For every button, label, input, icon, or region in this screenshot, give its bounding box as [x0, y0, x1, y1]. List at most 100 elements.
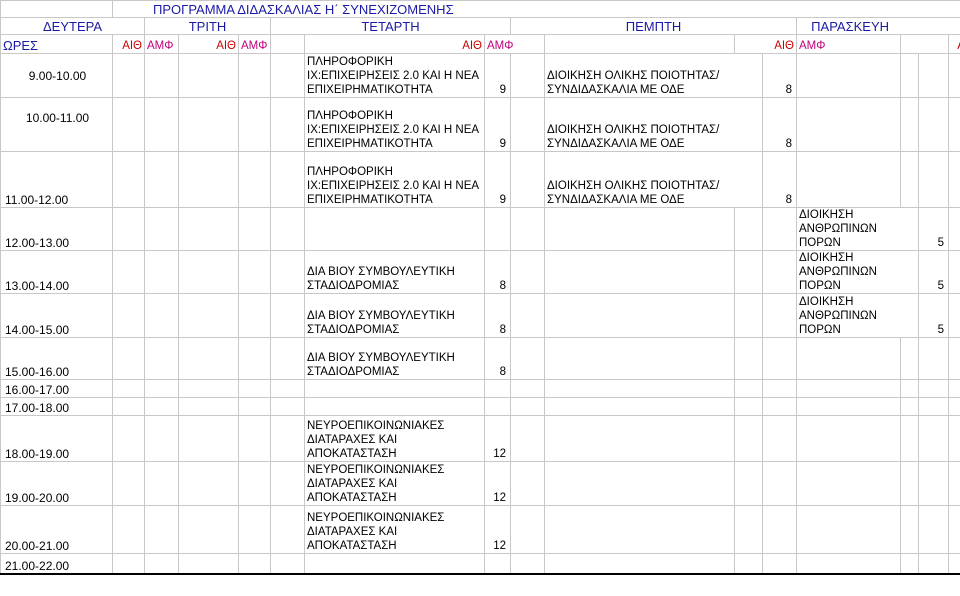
empty-cell: [734, 379, 763, 398]
empty-cell: [918, 151, 949, 208]
empty-cell: [544, 250, 735, 294]
empty-cell: [510, 250, 545, 294]
course-quality: ΔΙΟΙΚΗΣΗ ΟΛΙΚΗΣ ΠΟΙΟΤΗΤΑΣ/ΣΥΝΔΙΔΑΣΚΑΛΙΑ …: [544, 151, 763, 208]
empty-cell: [734, 250, 763, 294]
empty-cell: [900, 397, 919, 416]
empty-cell: [178, 337, 239, 380]
empty-cell: [796, 53, 901, 98]
empty-cell: [144, 250, 179, 294]
empty-cell: [270, 293, 305, 338]
empty-cell: [544, 293, 735, 338]
empty-cell: [112, 53, 145, 98]
empty-cell: [238, 53, 271, 98]
empty-cell: [144, 397, 179, 416]
schedule-table: ΠΡΟΓΡΑΜΜΑ ΔΙΔΑΣΚΑΛΙΑΣ Η΄ ΣΥΝΕΧΙΖΟΜΕΝΗΣ Δ…: [0, 0, 960, 575]
empty-cell: [178, 97, 239, 152]
empty-cell: [270, 553, 305, 575]
hours-label: ΩΡΕΣ: [0, 34, 113, 54]
empty-cell: [178, 293, 239, 338]
empty-cell: [112, 553, 145, 575]
empty-cell: [238, 293, 271, 338]
empty-cell: [796, 553, 901, 575]
empty-cell: [238, 397, 271, 416]
course-neuro: ΝΕΥΡΟΕΠΙΚΟΙΝΩΝΙΑΚΕΣ ΔΙΑΤΑΡΑΧΕΣ ΚΑΙ ΑΠΟΚΑ…: [304, 415, 485, 462]
empty-cell: [510, 553, 545, 575]
empty-cell: [544, 461, 735, 506]
course-hours: 8: [484, 337, 511, 380]
time-slot: 13.00-14.00: [0, 250, 113, 294]
empty-cell: [270, 461, 305, 506]
course-hours: 12: [484, 505, 511, 554]
mon-amf: ΑΜΦ: [144, 34, 179, 54]
time-slot: 17.00-18.00: [0, 397, 113, 416]
empty-cell: [544, 415, 735, 462]
empty-cell: [144, 505, 179, 554]
empty-cell: [947, 53, 960, 98]
course-neuro: ΝΕΥΡΟΕΠΙΚΟΙΝΩΝΙΑΚΕΣ ΔΙΑΤΑΡΑΧΕΣ ΚΑΙ ΑΠΟΚΑ…: [304, 505, 485, 554]
empty-cell: [947, 397, 960, 416]
course-informatics: ΠΛΗΡΟΦΟΡΙΚΗ ΙΧ:ΕΠΙΧΕΙΡΗΣΕΙΣ 2.0 ΚΑΙ Η ΝΕ…: [304, 151, 485, 208]
empty-cell: [304, 379, 485, 398]
empty-cell: [238, 97, 271, 152]
time-slot: 21.00-22.00: [0, 553, 113, 575]
empty-cell: [178, 207, 239, 251]
empty-cell: [918, 379, 949, 398]
empty-cell: [762, 461, 797, 506]
empty-cell: [178, 553, 239, 575]
empty-cell: [178, 415, 239, 462]
empty-cell: [144, 207, 179, 251]
empty-cell: [544, 207, 735, 251]
day-thursday: ΠΕΜΠΤΗ: [510, 17, 797, 35]
empty-cell: [270, 250, 305, 294]
empty-cell: [796, 505, 901, 554]
empty-cell: [900, 151, 919, 208]
empty-cell: [484, 553, 511, 575]
title-spacer: [0, 0, 113, 18]
empty-cell: [900, 505, 919, 554]
empty-cell: [544, 379, 735, 398]
empty-cell: [178, 53, 239, 98]
empty-cell: [510, 293, 545, 338]
empty-cell: [947, 505, 960, 554]
empty-cell: [112, 415, 145, 462]
empty-cell: [918, 505, 949, 554]
empty-cell: [918, 415, 949, 462]
empty-cell: [947, 97, 960, 152]
empty-cell: [238, 337, 271, 380]
course-hr: ΔΙΟΙΚΗΣΗ ΑΝΘΡΩΠΙΝΩΝ ΠΟΡΩΝ: [796, 207, 919, 251]
tue-aith: ΑΙΘ: [178, 34, 239, 54]
wed-amf: ΑΜΦ: [484, 34, 545, 54]
empty-cell: [112, 207, 145, 251]
empty-cell: [900, 553, 919, 575]
course-hours: 5: [918, 207, 949, 251]
empty-cell: [544, 553, 735, 575]
empty-cell: [762, 553, 797, 575]
empty-cell: [918, 97, 949, 152]
empty-cell: [796, 379, 901, 398]
day-friday: ΠΑΡΑΣΚΕΥΗ: [795, 17, 960, 35]
time-slot: 20.00-21.00: [0, 505, 113, 554]
empty-cell: [484, 207, 511, 251]
empty-cell: [270, 379, 305, 398]
empty-cell: [762, 337, 797, 380]
page-title: ΠΡΟΓΡΑΜΜΑ ΔΙΔΑΣΚΑΛΙΑΣ Η΄ ΣΥΝΕΧΙΖΟΜΕΝΗΣ: [111, 0, 960, 18]
empty-cell: [510, 207, 545, 251]
empty-cell: [510, 379, 545, 398]
fri-aith: ΑΙΘ: [947, 34, 960, 54]
empty-cell: [178, 505, 239, 554]
empty-cell: [796, 397, 901, 416]
empty-cell: [544, 505, 735, 554]
empty-cell: [510, 415, 545, 462]
course-hours: 8: [762, 53, 797, 98]
empty-cell: [112, 250, 145, 294]
time-slot: 18.00-19.00: [0, 415, 113, 462]
empty-cell: [144, 293, 179, 338]
empty-cell: [762, 505, 797, 554]
empty-cell: [112, 397, 145, 416]
empty-cell: [484, 397, 511, 416]
time-slot: 16.00-17.00: [0, 379, 113, 398]
empty-cell: [304, 553, 485, 575]
course-hr: ΔΙΟΙΚΗΣΗ ΑΝΘΡΩΠΙΝΩΝ ΠΟΡΩΝ: [796, 293, 919, 338]
empty-cell: [178, 151, 239, 208]
empty-cell: [734, 415, 763, 462]
